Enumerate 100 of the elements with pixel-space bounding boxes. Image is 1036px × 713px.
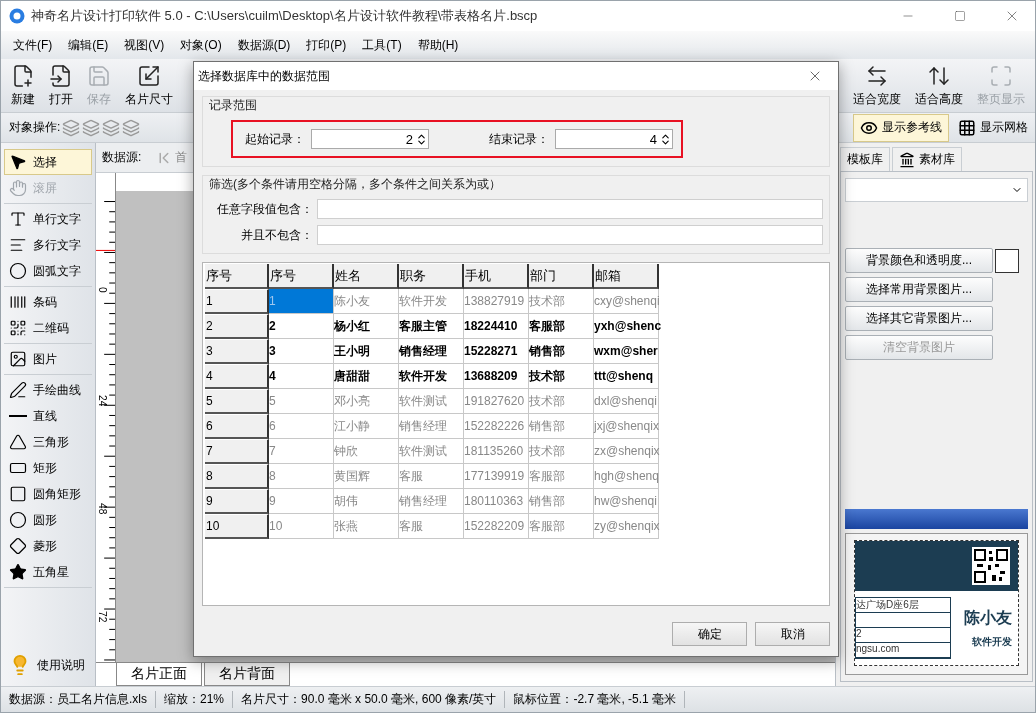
column-header: 序号: [205, 264, 269, 289]
panel-tab[interactable]: 模板库: [840, 147, 890, 171]
row-header[interactable]: 1: [205, 289, 269, 314]
tool-item[interactable]: 矩形: [4, 455, 92, 481]
row-header[interactable]: 10: [205, 514, 269, 539]
panel-button[interactable]: 选择其它背景图片...: [845, 306, 993, 331]
panel-tab[interactable]: 素材库: [892, 147, 962, 171]
table-cell: 销售经理: [399, 339, 464, 364]
panel-button[interactable]: 选择常用背景图片...: [845, 277, 993, 302]
page-tab[interactable]: 名片背面: [204, 663, 290, 686]
maximize-icon: [954, 10, 966, 22]
tool-item[interactable]: 五角星: [4, 559, 92, 585]
table-cell: 5: [269, 389, 334, 414]
dialog-button[interactable]: 确定: [672, 622, 747, 646]
expand-icon: [989, 63, 1013, 88]
tool-item[interactable]: 圆角矩形: [4, 481, 92, 507]
row-header[interactable]: 5: [205, 389, 269, 414]
dialog-button[interactable]: 取消: [755, 622, 830, 646]
table-cell: 152282209: [464, 514, 529, 539]
page-tab[interactable]: 名片正面: [116, 663, 202, 686]
row-header[interactable]: 7: [205, 439, 269, 464]
view-toggle[interactable]: 显示网格: [951, 113, 1035, 142]
hand-icon: [9, 179, 27, 197]
app-logo-icon: [9, 8, 25, 24]
tool-item[interactable]: 多行文字: [4, 232, 92, 258]
table-cell: 180110363: [464, 489, 529, 514]
tool-item[interactable]: 直线: [4, 403, 92, 429]
spin-arrows-icon[interactable]: [415, 132, 428, 146]
column-header: 姓名: [334, 264, 399, 289]
tool-item[interactable]: 三角形: [4, 429, 92, 455]
menu-item[interactable]: 打印(P): [298, 36, 355, 54]
tool-item[interactable]: 图片: [4, 346, 92, 372]
toolbar-button[interactable]: 名片尺寸: [119, 61, 179, 110]
spin-arrows-icon[interactable]: [659, 132, 672, 146]
table-cell: ttt@shenq: [594, 364, 659, 389]
image-icon: [9, 350, 27, 368]
row-header[interactable]: 9: [205, 489, 269, 514]
text-field[interactable]: [317, 225, 823, 245]
help-button[interactable]: 使用说明: [4, 648, 92, 682]
menu-item[interactable]: 数据源(D): [229, 36, 299, 54]
menu-item[interactable]: 工具(T): [354, 36, 410, 54]
table-cell: 杨小红: [334, 314, 399, 339]
menu-item[interactable]: 编辑(E): [60, 36, 117, 54]
row-header[interactable]: 4: [205, 364, 269, 389]
tool-item[interactable]: 选择: [4, 149, 92, 175]
toolbar-button[interactable]: 适合高度: [909, 61, 969, 110]
dropdown-field[interactable]: [845, 178, 1028, 202]
table-cell: 15228271: [464, 339, 529, 364]
status-text: 数据源：员工名片信息.xls: [1, 691, 156, 708]
object-ops-label: 对象操作:: [9, 118, 61, 136]
table-cell: 10: [269, 514, 334, 539]
diamond-icon: [9, 537, 27, 555]
table-cell: 9: [269, 489, 334, 514]
layers-icon[interactable]: [102, 118, 121, 137]
panel-button[interactable]: 背景颜色和透明度...: [845, 248, 993, 273]
tool-item[interactable]: 菱形: [4, 533, 92, 559]
text-field[interactable]: [317, 199, 823, 219]
menu-item[interactable]: 对象(O): [172, 36, 230, 54]
toolbar-button[interactable]: 新建: [5, 61, 41, 110]
card-job-title: 软件开发: [972, 634, 1012, 649]
dialog-title: 选择数据库中的数据范围: [198, 67, 330, 85]
table-cell: 软件开发: [399, 364, 464, 389]
table-cell: yxh@shenc: [594, 314, 659, 339]
layers-icon[interactable]: [82, 118, 101, 137]
layers-icon[interactable]: [122, 118, 141, 137]
table-cell: 138827919: [464, 289, 529, 314]
table-cell: 1: [269, 289, 334, 314]
table-cell: 技术部: [529, 439, 594, 464]
table-cell: 黄国辉: [334, 464, 399, 489]
tool-item[interactable]: 圆弧文字: [4, 258, 92, 284]
field-label: 任意字段值包含：: [216, 200, 313, 218]
table-cell: 唐甜甜: [334, 364, 399, 389]
column-header: 序号: [269, 264, 334, 289]
menu-item[interactable]: 文件(F): [5, 36, 61, 54]
layers-icon[interactable]: [62, 118, 81, 137]
table-cell: 7: [269, 439, 334, 464]
color-swatch[interactable]: [995, 248, 1019, 273]
tool-item[interactable]: 圆形: [4, 507, 92, 533]
table-cell: 客服部: [529, 514, 594, 539]
card-text: ngsu.com: [856, 643, 950, 658]
row-header[interactable]: 2: [205, 314, 269, 339]
table-cell: 江小静: [334, 414, 399, 439]
menu-item[interactable]: 帮助(H): [409, 36, 467, 54]
toolbar-button[interactable]: 打开: [43, 61, 79, 110]
tool-item[interactable]: 条码: [4, 289, 92, 315]
table-cell: 181135260: [464, 439, 529, 464]
row-header[interactable]: 3: [205, 339, 269, 364]
number-field[interactable]: 2: [311, 129, 429, 149]
table-cell: 张燕: [334, 514, 399, 539]
tool-item[interactable]: 二维码: [4, 315, 92, 341]
tool-item[interactable]: 单行文字: [4, 206, 92, 232]
menu-item[interactable]: 视图(V): [116, 36, 173, 54]
row-header[interactable]: 8: [205, 464, 269, 489]
number-field[interactable]: 4: [555, 129, 673, 149]
row-header[interactable]: 6: [205, 414, 269, 439]
tool-item[interactable]: 手绘曲线: [4, 377, 92, 403]
field-label: 起始记录：: [245, 130, 305, 148]
view-toggle[interactable]: 显示参考线: [853, 113, 949, 142]
table-cell: 软件开发: [399, 289, 464, 314]
toolbar-button[interactable]: 适合宽度: [847, 61, 907, 110]
